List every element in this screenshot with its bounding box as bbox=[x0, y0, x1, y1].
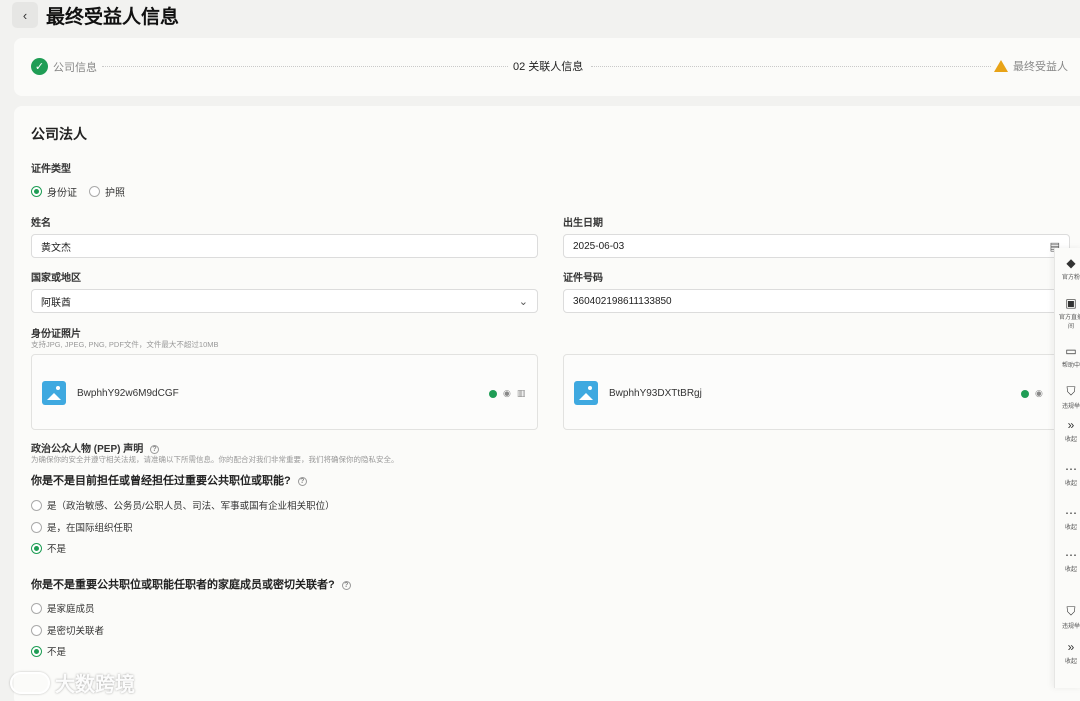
chevrons-right-icon: » bbox=[1067, 640, 1075, 654]
step-divider bbox=[102, 66, 508, 67]
name-label: 姓名 bbox=[31, 218, 51, 229]
radio-unchecked-icon bbox=[31, 602, 42, 614]
shield-icon: ⛉ bbox=[1066, 604, 1076, 618]
step-label: 最终受益人 bbox=[1013, 61, 1068, 73]
q1-option-no[interactable]: 不是 bbox=[31, 541, 66, 555]
rail-live[interactable]: ▣ 官方直播间 bbox=[1059, 296, 1080, 330]
eye-icon[interactable]: ◉ bbox=[503, 388, 511, 399]
rail-collapse[interactable]: ⋯ 收起 bbox=[1059, 462, 1080, 487]
warning-icon bbox=[994, 60, 1008, 72]
country-label: 国家或地区 bbox=[31, 273, 81, 284]
watermark: 大数跨境 bbox=[10, 668, 135, 697]
dots-icon: ⋯ bbox=[1065, 548, 1077, 562]
help-icon[interactable]: ? bbox=[150, 444, 160, 454]
upload-box-back[interactable]: BwphhY93DXTtBRgj ◉ bbox=[563, 354, 1070, 430]
rail-help[interactable]: ▭ 帮助中 bbox=[1059, 344, 1080, 369]
pep-question-1: 你是不是目前担任或曾经担任过重要公共职位或职能? ? bbox=[31, 472, 307, 488]
pep-title: 政治公众人物 (PEP) 声明 ? bbox=[31, 440, 160, 455]
floating-tool-rail: ◆ 官方粉 ▣ 官方直播间 ▭ 帮助中 ⛉ 违规举 » 收起 ⋯ 收起 ⋯ 收起… bbox=[1054, 248, 1080, 688]
image-icon bbox=[42, 381, 66, 405]
q1-option-yes-official[interactable]: 是（政治敏感、公务员/公职人员、司法、军事或国有企业相关职位） bbox=[31, 498, 335, 512]
help-icon[interactable]: ? bbox=[341, 580, 351, 590]
id-number-input[interactable]: 360402198611133850 bbox=[563, 289, 1070, 313]
dots-icon: ⋯ bbox=[1065, 462, 1077, 476]
radio-passport[interactable]: 护照 bbox=[89, 184, 125, 199]
pep-note: 为确保你的安全并遵守相关法规，请准确以下所需信息。你的配合对我们非常重要，我们将… bbox=[31, 455, 399, 464]
q2-option-no[interactable]: 不是 bbox=[31, 644, 66, 658]
country-select[interactable]: 阿联酋 ⌄ bbox=[31, 289, 538, 313]
rail-official-fans[interactable]: ◆ 官方粉 bbox=[1059, 256, 1080, 281]
page-title: 最终受益人信息 bbox=[46, 6, 180, 28]
logo-icon: ◆ bbox=[1066, 256, 1076, 270]
rail-collapse[interactable]: ⋯ 收起 bbox=[1059, 506, 1080, 531]
check-circle-icon: ✓ bbox=[31, 58, 48, 75]
q2-option-associate[interactable]: 是密切关联者 bbox=[31, 623, 104, 637]
step-label: 02 关联人信息 bbox=[513, 61, 584, 73]
birth-date-picker[interactable]: 2025-06-03 ▤ bbox=[563, 234, 1070, 258]
trash-icon[interactable]: ▥ bbox=[517, 388, 526, 399]
q1-option-yes-intl[interactable]: 是，在国际组织任职 bbox=[31, 520, 133, 534]
rail-collapse[interactable]: » 收起 bbox=[1059, 418, 1080, 443]
chevron-down-icon: ⌄ bbox=[518, 296, 528, 308]
step-company-info[interactable]: ✓ 公司信息 bbox=[31, 58, 97, 75]
q2-option-family[interactable]: 是家庭成员 bbox=[31, 601, 95, 615]
radio-checked-icon bbox=[31, 645, 42, 657]
live-icon: ▣ bbox=[1065, 296, 1077, 310]
shield-icon: ⛉ bbox=[1066, 384, 1076, 398]
id-number-label: 证件号码 bbox=[563, 273, 603, 284]
back-button[interactable]: ‹ bbox=[12, 2, 38, 28]
step-related-persons[interactable]: 02 关联人信息 bbox=[513, 58, 583, 74]
radio-checked-icon bbox=[31, 542, 42, 554]
file-actions: ◉ bbox=[1021, 388, 1049, 399]
pep-question-2: 你是不是重要公共职位或职能任职者的家庭成员或密切关联者? ? bbox=[31, 576, 351, 592]
step-label: 公司信息 bbox=[53, 61, 97, 74]
rail-report[interactable]: ⛉ 违规举 bbox=[1059, 604, 1080, 630]
eye-icon[interactable]: ◉ bbox=[1035, 388, 1043, 399]
birth-date-label: 出生日期 bbox=[563, 218, 603, 229]
rail-report[interactable]: ⛉ 违规举 bbox=[1059, 384, 1080, 410]
radio-unchecked-icon bbox=[89, 186, 100, 197]
stepper: ✓ 公司信息 02 关联人信息 最终受益人 bbox=[14, 38, 1080, 96]
section-title: 公司法人 bbox=[31, 126, 87, 142]
chevrons-right-icon: » bbox=[1067, 418, 1075, 432]
radio-unchecked-icon bbox=[31, 521, 42, 533]
file-actions: ◉ ▥ bbox=[489, 388, 531, 399]
radio-checked-icon bbox=[31, 186, 42, 197]
chevron-left-icon: ‹ bbox=[22, 7, 28, 23]
radio-id-card[interactable]: 身份证 bbox=[31, 184, 77, 199]
help-icon[interactable]: ? bbox=[297, 476, 307, 486]
file-name: BwphhY93DXTtBRgj bbox=[609, 388, 702, 399]
radio-unchecked-icon bbox=[31, 499, 42, 511]
upload-box-front[interactable]: BwphhY92w6M9dCGF ◉ ▥ bbox=[31, 354, 538, 430]
id-type-radio-group: 身份证 护照 bbox=[31, 184, 137, 199]
rail-collapse[interactable]: ⋯ 收起 bbox=[1059, 548, 1080, 573]
upload-hint: 支持JPG, JPEG, PNG, PDF文件，文件最大不超过10MB bbox=[31, 340, 219, 349]
step-divider bbox=[591, 66, 991, 67]
success-icon bbox=[489, 389, 497, 398]
image-icon bbox=[574, 381, 598, 405]
id-photo-label: 身份证照片 bbox=[31, 329, 81, 340]
watermark-logo-icon bbox=[10, 671, 50, 694]
radio-unchecked-icon bbox=[31, 624, 42, 636]
name-input[interactable]: 黄文杰 bbox=[31, 234, 538, 258]
file-name: BwphhY92w6M9dCGF bbox=[77, 388, 179, 399]
chat-icon: ▭ bbox=[1065, 344, 1077, 358]
step-beneficial-owner[interactable]: 最终受益人 bbox=[994, 58, 1068, 74]
page-header: ‹ 最终受益人信息 bbox=[0, 0, 1080, 30]
success-icon bbox=[1021, 389, 1029, 398]
dots-icon: ⋯ bbox=[1065, 506, 1077, 520]
rail-collapse[interactable]: » 收起 bbox=[1059, 640, 1080, 665]
id-type-label: 证件类型 bbox=[31, 164, 71, 175]
legal-person-form: 公司法人 证件类型 身份证 护照 姓名 黄文杰 出生日期 2025-06-03 … bbox=[14, 106, 1080, 701]
